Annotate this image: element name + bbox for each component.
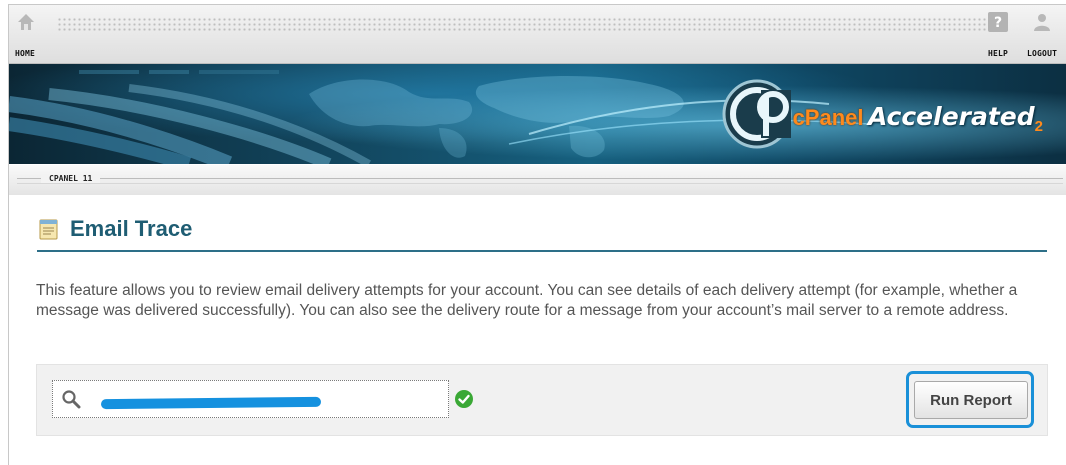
logout-icon bbox=[1034, 14, 1051, 31]
svg-text:?: ? bbox=[994, 15, 1002, 31]
title-divider bbox=[37, 250, 1047, 252]
cpanel-brand: cPanel Accelerated2 bbox=[793, 102, 1043, 135]
top-navigation: HOME ? HELP LOGOUT bbox=[9, 5, 1066, 64]
brand-cpanel-text: cPanel bbox=[792, 105, 864, 130]
run-report-button[interactable]: Run Report bbox=[914, 381, 1028, 419]
cpanel-logo bbox=[722, 79, 792, 149]
breadcrumb[interactable]: CPANEL 11 bbox=[41, 174, 101, 183]
magnifier-icon bbox=[62, 390, 81, 409]
home-icon bbox=[18, 14, 34, 30]
trace-form-panel: Run Report bbox=[36, 364, 1048, 436]
nav-home[interactable]: HOME bbox=[15, 11, 37, 58]
nav-home-label: HOME bbox=[14, 49, 36, 58]
nav-logout[interactable]: LOGOUT bbox=[1027, 11, 1057, 58]
brand-version: 2 bbox=[1034, 118, 1043, 135]
cpanel-window: HOME ? HELP LOGOUT cPanel Accelerated2 C… bbox=[8, 4, 1066, 465]
help-icon: ? bbox=[988, 12, 1008, 32]
dotted-strip bbox=[57, 17, 987, 33]
page-title: Email Trace bbox=[70, 216, 193, 241]
breadcrumb-bar: CPANEL 11 bbox=[9, 165, 1066, 195]
brand-accelerated-text: Accelerated bbox=[867, 102, 1035, 131]
cpanel-banner: cPanel Accelerated2 bbox=[9, 64, 1066, 164]
page-description: This feature allows you to review email … bbox=[36, 282, 1018, 319]
nav-help-label: HELP bbox=[987, 49, 1009, 58]
search-field[interactable] bbox=[52, 380, 449, 418]
notepad-icon bbox=[39, 219, 58, 240]
check-circle-icon bbox=[455, 390, 473, 408]
nav-help[interactable]: ? HELP bbox=[987, 11, 1009, 58]
breadcrumb-divider bbox=[17, 178, 1063, 184]
nav-logout-label: LOGOUT bbox=[1027, 49, 1058, 58]
